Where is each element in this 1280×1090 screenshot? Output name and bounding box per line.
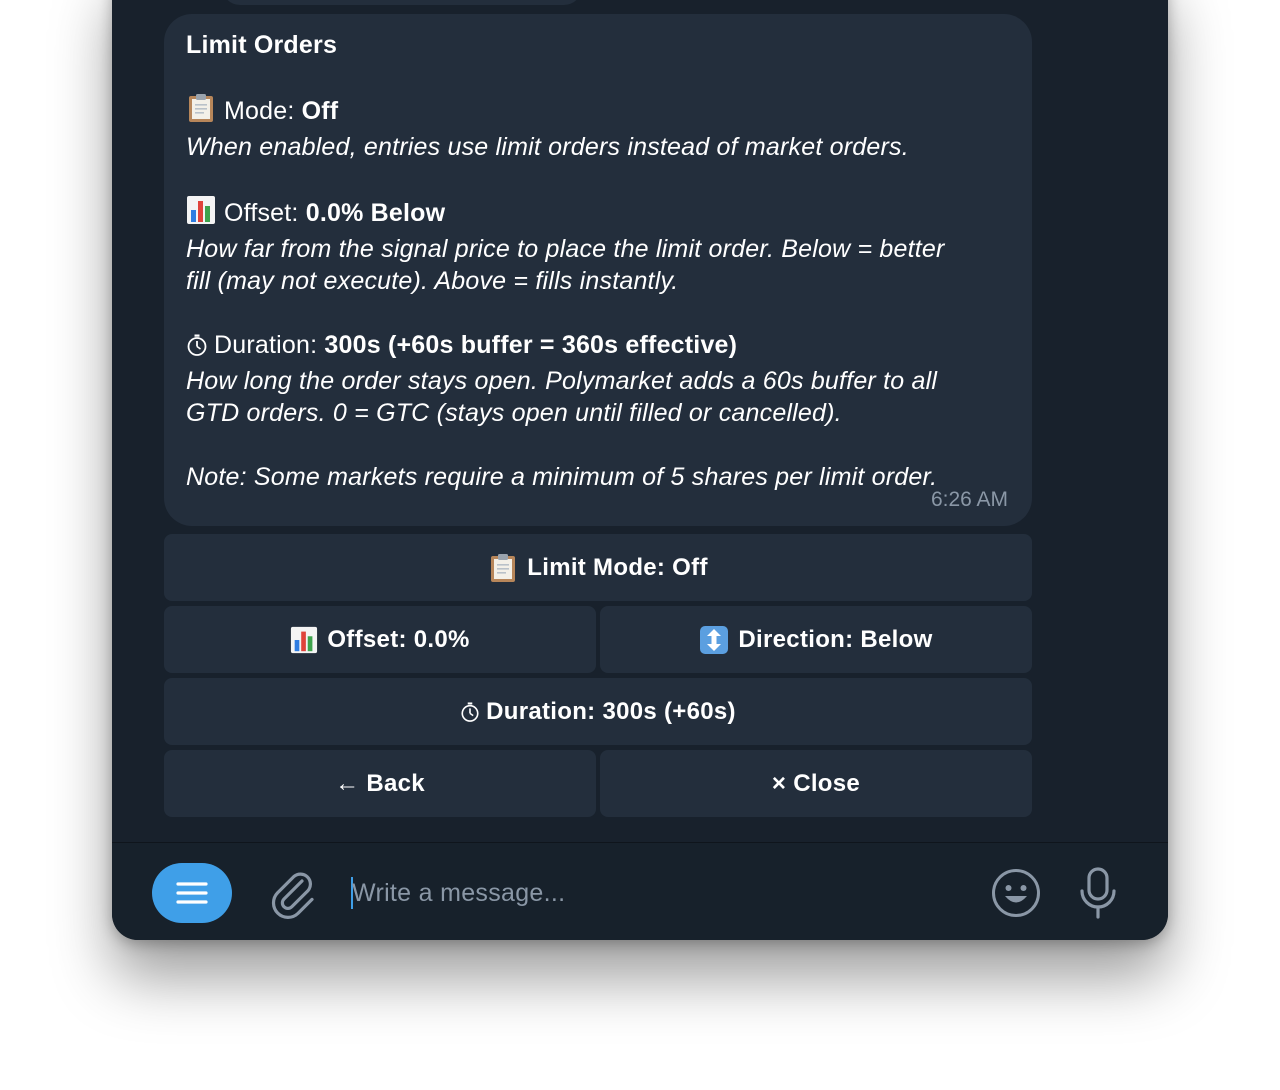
offset-label: Offset: [224, 199, 306, 227]
paperclip-icon[interactable] [268, 867, 316, 924]
close-button[interactable]: × Close [600, 750, 1032, 817]
limit-mode-label: Limit Mode: Off [527, 553, 708, 581]
message-composer [112, 842, 1168, 940]
message-title: Limit Orders [186, 31, 338, 59]
offset-line: Offset: 0.0% Below [186, 195, 1010, 233]
mode-line: Mode: Off [186, 93, 1010, 131]
note-text: Note: Some markets require a minimum of … [186, 463, 938, 491]
chat-window: Limit Orders Mode: Off When enabled, ent… [112, 0, 1168, 940]
offset-button[interactable]: Offset: 0.0% [164, 606, 596, 673]
offset-description-1: How far from the signal price to place t… [186, 235, 945, 263]
duration-description-2: GTD orders. 0 = GTC (stays open until fi… [186, 399, 842, 427]
close-button-label: × Close [771, 769, 861, 797]
duration-label: Duration: [214, 331, 325, 359]
message-bubble: Limit Orders Mode: Off When enabled, ent… [164, 14, 1032, 526]
direction-button[interactable]: Direction: Below [600, 606, 1032, 673]
clipboard-icon [186, 93, 216, 131]
direction-button-label: Direction: Below [738, 625, 933, 653]
mode-label: Mode: [224, 97, 302, 125]
menu-icon [176, 882, 208, 904]
bar-chart-icon [186, 195, 216, 233]
message-timestamp: 6:26 AM [930, 488, 1008, 511]
up-down-arrow-icon [699, 625, 729, 655]
back-button-label: ← Back [335, 769, 425, 797]
microphone-icon[interactable] [1076, 865, 1120, 926]
stopwatch-icon [460, 701, 480, 723]
duration-description-1: How long the order stays open. Polymarke… [186, 367, 938, 395]
duration-line: Duration: 300s (+60s buffer = 360s effec… [186, 329, 1010, 365]
back-button[interactable]: ← Back [164, 750, 596, 817]
limit-mode-button[interactable]: Limit Mode: Off [164, 534, 1032, 601]
smiley-icon[interactable] [990, 867, 1042, 924]
duration-button[interactable]: Duration: 300s (+60s) [164, 678, 1032, 745]
offset-button-label: Offset: 0.0% [327, 625, 470, 653]
duration-button-label: Duration: 300s (+60s) [486, 697, 736, 725]
bar-chart-icon [290, 626, 318, 654]
message-input[interactable] [352, 865, 952, 921]
menu-button[interactable] [152, 863, 232, 923]
offset-description-2: fill (may not execute). Above = fills in… [186, 267, 679, 295]
mode-description: When enabled, entries use limit orders i… [186, 133, 909, 161]
offset-value: 0.0% Below [305, 199, 446, 227]
clipboard-icon [488, 553, 518, 583]
mode-value: Off [301, 97, 339, 125]
stopwatch-icon [186, 333, 208, 365]
duration-value: 300s (+60s buffer = 360s effective) [324, 331, 738, 359]
previous-message-bubble [222, 0, 582, 5]
